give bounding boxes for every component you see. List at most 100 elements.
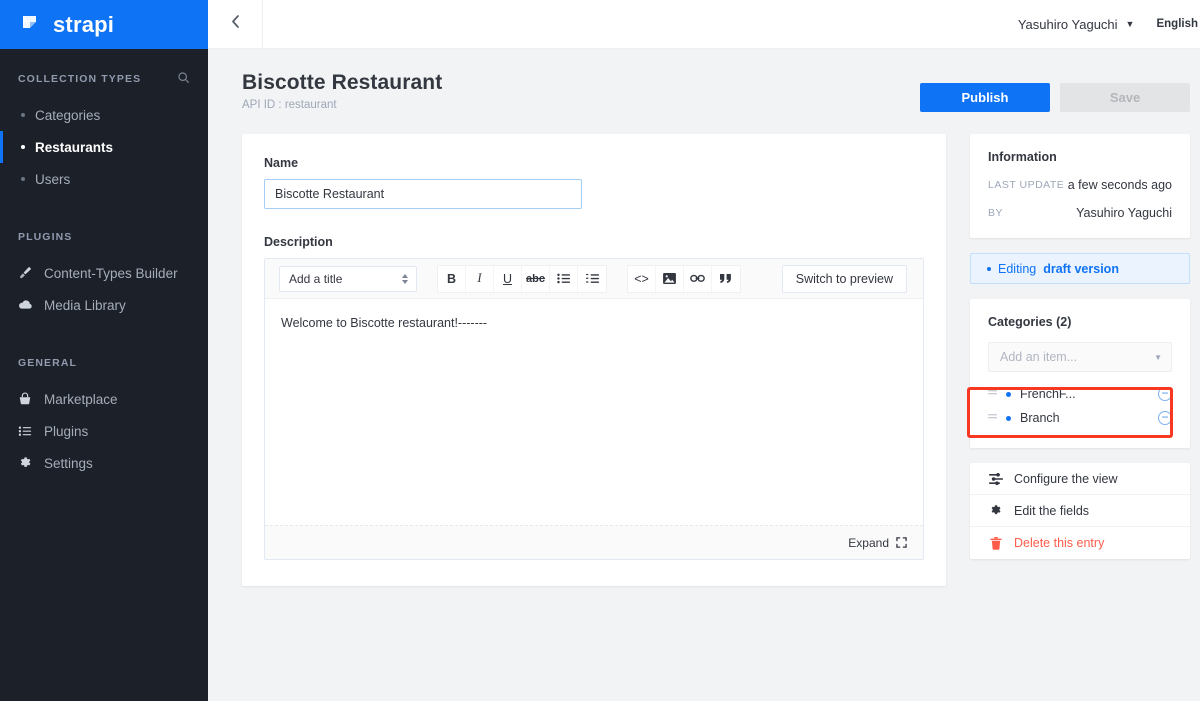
sidebar-item-categories[interactable]: Categories [0,99,208,131]
chevron-down-icon: ▼ [1154,352,1162,362]
bold-icon[interactable]: B [438,265,466,292]
sidebar-item-plugins[interactable]: Plugins [0,415,208,447]
gear-icon [988,504,1003,517]
paintbrush-icon [17,265,33,281]
draft-dot-icon [987,266,991,271]
text-format-tools: B I U abc [437,264,607,293]
user-name: Yasuhiro Yaguchi [1017,16,1118,32]
category-label: Branch [1020,411,1060,425]
sidebar: strapi COLLECTION TYPES Categories Resta… [0,0,208,701]
brand-logo[interactable]: strapi [0,0,208,49]
chevron-left-icon [230,14,241,34]
chevron-updown-icon [401,273,409,285]
title-style-select[interactable]: Add a title [279,265,417,292]
sidebar-item-settings[interactable]: Settings [0,447,208,479]
expand-label[interactable]: Expand [848,536,889,550]
info-row-by: BY Yasuhiro Yaguchi [988,206,1172,220]
underline-icon[interactable]: U [494,265,522,292]
sidebar-item-label: Settings [44,455,93,471]
sidebar-item-label: Users [35,171,71,187]
categories-title: Categories (2) [988,315,1072,329]
editor-footer: Expand [265,525,923,559]
sidebar-item-label: Plugins [44,423,89,439]
name-input[interactable] [264,179,582,209]
publish-button[interactable]: Publish [920,83,1050,112]
search-icon[interactable] [177,71,190,87]
minus-circle-icon[interactable]: − [1158,387,1172,401]
content-columns: Name Description Add a title [228,112,1198,586]
page-title-block: Biscotte Restaurant API ID : restaurant [242,71,442,111]
drag-handle-icon[interactable] [988,389,997,399]
sidebar-item-content-types-builder[interactable]: Content-Types Builder [0,257,208,289]
sidebar-section-general: GENERAL [0,355,208,371]
italic-icon[interactable]: I [466,265,494,292]
left-column: Name Description Add a title [242,134,946,586]
configure-the-view-link[interactable]: Configure the view [970,463,1190,495]
minus-circle-icon[interactable]: − [1158,411,1172,425]
editor-toolbar: Add a title B I U abc <> Switch to previ… [265,259,923,299]
action-label: Delete this entry [1014,536,1105,550]
drag-handle-icon[interactable] [988,413,997,423]
back-button[interactable] [208,0,263,49]
sidebar-item-label: Media Library [44,297,126,313]
list-icon [17,423,33,439]
description-editor: Add a title B I U abc <> Switch to previ… [264,258,924,560]
field-spacer [264,209,924,235]
plugins-list: Content-Types Builder Media Library [0,257,208,321]
collection-types-list: Categories Restaurants Users [0,99,208,195]
strapi-admin-app: strapi COLLECTION TYPES Categories Resta… [0,0,1200,701]
sidebar-item-media-library[interactable]: Media Library [0,289,208,321]
info-row-last-update: LAST UPDATE a few seconds ago [988,178,1172,192]
draft-prefix: Editing [998,261,1037,276]
insert-tools: <> [627,264,741,293]
strikethrough-icon[interactable]: abc [522,265,550,292]
information-panel: Information LAST UPDATE a few seconds ag… [970,134,1190,238]
category-item[interactable]: FrenchF... − [988,382,1172,406]
chevron-down-icon: ▼ [1125,18,1135,29]
right-column: Information LAST UPDATE a few seconds ag… [970,134,1190,563]
description-field-label: Description [264,235,333,249]
name-field-label: Name [264,156,299,170]
image-icon[interactable] [656,265,684,292]
language-selector[interactable]: English [1156,18,1198,30]
category-dot-icon [1006,391,1011,397]
sliders-icon [988,472,1003,485]
sidebar-item-restaurants[interactable]: Restaurants [0,131,208,163]
editor-content[interactable]: Welcome to Biscotte restaurant!------- [265,299,923,525]
switch-to-preview-button[interactable]: Switch to preview [781,264,907,293]
delete-this-entry-link[interactable]: Delete this entry [970,527,1190,559]
sidebar-section-label: COLLECTION TYPES [18,73,142,85]
bullet-icon [21,145,25,149]
save-button: Save [1060,83,1190,112]
sidebar-section-collection-types: COLLECTION TYPES [0,71,208,87]
sidebar-item-label: Content-Types Builder [44,265,178,281]
bullet-icon [21,177,25,181]
user-menu[interactable]: Yasuhiro Yaguchi ▼ [1018,17,1137,32]
info-key: BY [988,207,1004,219]
topbar: Yasuhiro Yaguchi ▼ English [208,0,1200,49]
bulleted-list-icon[interactable] [550,265,578,292]
sidebar-item-marketplace[interactable]: Marketplace [0,383,208,415]
cloud-icon [17,297,33,313]
action-label: Configure the view [1014,471,1118,486]
entry-form-card: Name Description Add a title [242,134,946,586]
header-actions: Publish Save [920,71,1198,112]
action-label: Edit the fields [1014,503,1090,518]
page-header: Biscotte Restaurant API ID : restaurant … [228,49,1198,112]
add-category-placeholder: Add an item... [1000,350,1078,364]
draft-version-banner[interactable]: Editing draft version [970,253,1190,284]
sidebar-item-users[interactable]: Users [0,163,208,195]
gear-icon [17,455,33,471]
brand-name: strapi [53,11,115,37]
quote-icon[interactable] [712,266,740,292]
category-item[interactable]: Branch − [988,406,1172,430]
add-category-select[interactable]: Add an item... ▼ [988,342,1172,372]
edit-the-fields-link[interactable]: Edit the fields [970,495,1190,527]
expand-icon[interactable] [896,537,907,548]
category-dot-icon [1006,415,1011,421]
numbered-list-icon[interactable] [578,266,606,292]
link-icon[interactable] [684,265,712,292]
code-icon[interactable]: <> [628,265,656,292]
strapi-logo-icon [20,13,44,37]
info-value: Yasuhiro Yaguchi [1076,206,1172,220]
